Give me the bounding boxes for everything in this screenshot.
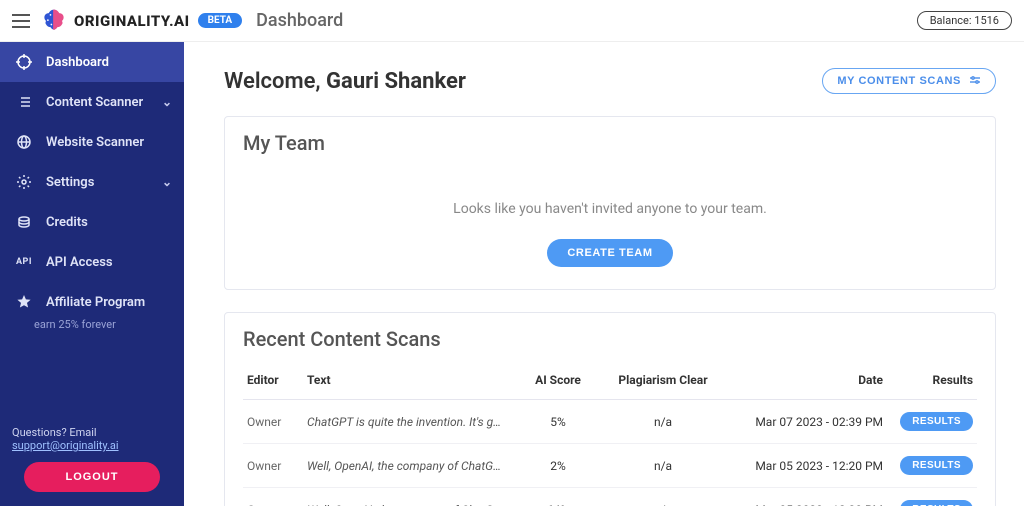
cell-results: RESULTS [883, 500, 973, 506]
chevron-down-icon: ⌄ [162, 95, 172, 109]
welcome-prefix: Welcome, [224, 69, 326, 94]
gear-icon [12, 174, 36, 190]
coins-icon [12, 214, 36, 230]
sidebar-item-credits[interactable]: Credits [0, 202, 184, 242]
my-content-scans-label: MY CONTENT SCANS [837, 75, 961, 87]
sidebar-item-content-scanner[interactable]: Content Scanner ⌄ [0, 82, 184, 122]
cell-editor: Owner [247, 459, 307, 473]
globe-icon [12, 134, 36, 150]
sidebar-item-label: Credits [46, 215, 88, 230]
recent-scans-card: Recent Content Scans Editor Text AI Scor… [224, 312, 996, 506]
results-button[interactable]: RESULTS [900, 412, 973, 431]
sidebar-item-label: Website Scanner [46, 135, 144, 150]
th-text: Text [307, 373, 513, 387]
api-icon: API [12, 257, 36, 267]
th-results: Results [883, 373, 973, 387]
my-team-card: My Team Looks like you haven't invited a… [224, 116, 996, 290]
logo-brain-icon [40, 7, 68, 35]
cell-date: Mar 07 2023 - 02:39 PM [723, 415, 883, 429]
sidebar-item-label: API Access [46, 255, 113, 270]
th-date: Date [723, 373, 883, 387]
th-plagiarism: Plagiarism Clear [603, 373, 723, 387]
logout-button[interactable]: LOGOUT [24, 462, 160, 492]
results-button[interactable]: RESULTS [900, 456, 973, 475]
cell-ai-score: 2% [513, 459, 603, 473]
star-icon [12, 294, 36, 310]
th-editor: Editor [247, 373, 307, 387]
my-content-scans-button[interactable]: MY CONTENT SCANS [822, 68, 996, 94]
cell-plagiarism: n/a [603, 503, 723, 506]
sidebar-item-label: Content Scanner [46, 95, 143, 110]
create-team-button[interactable]: CREATE TEAM [547, 239, 672, 267]
crosshair-icon [12, 54, 36, 70]
main-content: Welcome, Gauri Shanker MY CONTENT SCANS … [184, 42, 1024, 506]
table-row: OwnerWell, OpenAI, the company of ChatGP… [243, 444, 977, 488]
menu-toggle-icon[interactable] [12, 14, 30, 28]
table-header: Editor Text AI Score Plagiarism Clear Da… [243, 361, 977, 400]
cell-text: Well, OpenAI, the company of ChatGPT has… [307, 503, 513, 506]
my-team-empty-text: Looks like you haven't invited anyone to… [243, 201, 977, 217]
sidebar-item-label: Dashboard [46, 55, 109, 70]
welcome-heading: Welcome, Gauri Shanker [224, 69, 466, 94]
cell-text: Well, OpenAI, the company of ChatGPT has… [307, 459, 513, 473]
sidebar-item-settings[interactable]: Settings ⌄ [0, 162, 184, 202]
welcome-name: Gauri Shanker [326, 69, 466, 94]
sliders-icon [969, 75, 981, 87]
sidebar-item-label: Affiliate Program [46, 295, 145, 310]
sidebar-item-affiliate-program[interactable]: Affiliate Program [0, 282, 184, 322]
help-line: Questions? Email support@originality.ai … [0, 416, 184, 506]
cell-plagiarism: n/a [603, 415, 723, 429]
table-row: OwnerChatGPT is quite the invention. It'… [243, 400, 977, 444]
cell-results: RESULTS [883, 456, 973, 475]
cell-date: Mar 05 2023 - 12:20 PM [723, 503, 883, 506]
help-email-link[interactable]: support@originality.ai [12, 439, 119, 452]
sidebar: Dashboard Content Scanner ⌄ Website Scanner… [0, 42, 184, 506]
chevron-down-icon: ⌄ [162, 175, 172, 189]
topbar: ORIGINALITY.AI BETA Dashboard Balance: 1… [0, 0, 1024, 42]
balance-badge[interactable]: Balance: 1516 [917, 11, 1012, 30]
recent-scans-title: Recent Content Scans [243, 327, 977, 351]
my-team-title: My Team [243, 131, 977, 155]
sidebar-item-sub: earn 25% forever [34, 318, 184, 331]
results-button[interactable]: RESULTS [900, 500, 973, 506]
cell-editor: Owner [247, 415, 307, 429]
sidebar-item-label: Settings [46, 175, 94, 190]
table-row: OwnerWell, OpenAI, the company of ChatGP… [243, 488, 977, 506]
cell-ai-score: 64% [513, 503, 603, 506]
list-icon [12, 94, 36, 110]
sidebar-item-dashboard[interactable]: Dashboard [0, 42, 184, 82]
page-title: Dashboard [256, 10, 343, 31]
cell-date: Mar 05 2023 - 12:20 PM [723, 459, 883, 473]
brand-name: ORIGINALITY.AI [74, 12, 190, 30]
cell-editor: Owner [247, 503, 307, 506]
beta-badge: BETA [198, 13, 243, 28]
cell-ai-score: 5% [513, 415, 603, 429]
sidebar-item-website-scanner[interactable]: Website Scanner [0, 122, 184, 162]
cell-plagiarism: n/a [603, 459, 723, 473]
th-ai-score: AI Score [513, 373, 603, 387]
cell-text: ChatGPT is quite the invention. It's got… [307, 415, 513, 429]
cell-results: RESULTS [883, 412, 973, 431]
help-prefix: Questions? Email [12, 426, 97, 439]
sidebar-item-api-access[interactable]: API API Access [0, 242, 184, 282]
